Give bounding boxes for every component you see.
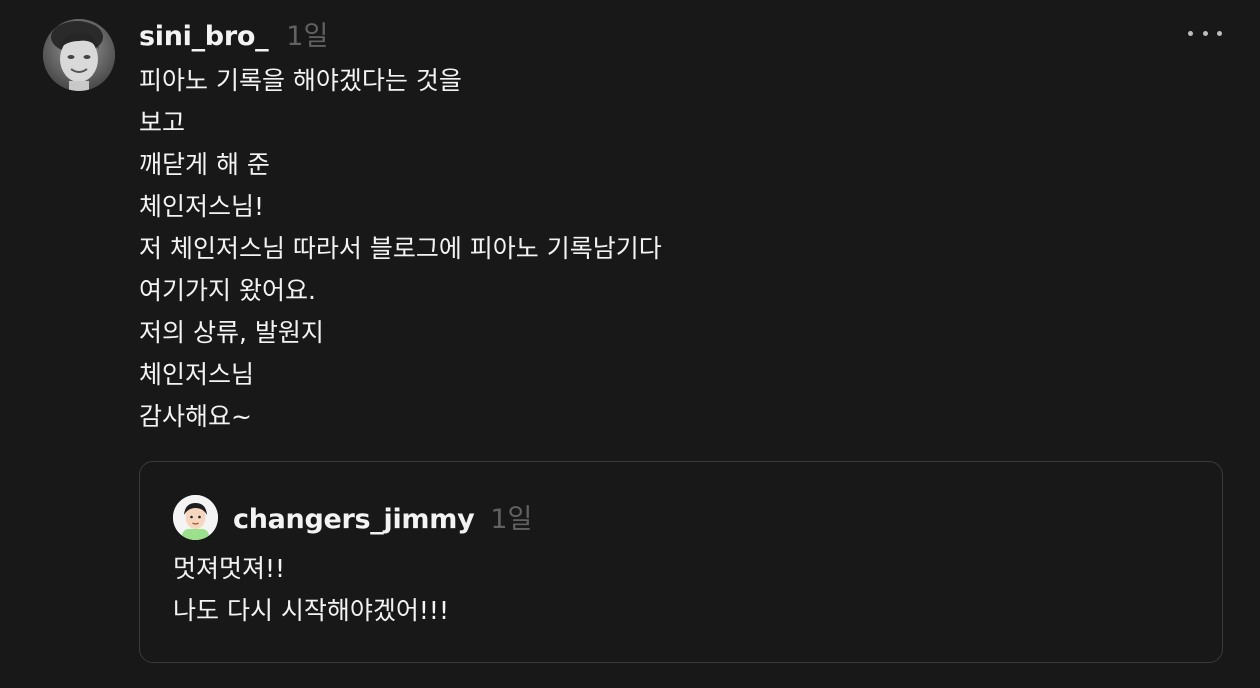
- quoted-avatar-image: [173, 495, 218, 540]
- post-line: 체인저스님!: [139, 192, 265, 221]
- quoted-author-avatar[interactable]: [173, 495, 218, 540]
- quoted-post-line: 나도 다시 시작해야겠어!!!: [173, 596, 449, 625]
- post-header: sini_bro_ 1일: [139, 14, 328, 54]
- quoted-post-line: 멋져멋져!!: [173, 554, 286, 583]
- quoted-author-username[interactable]: changers_jimmy: [233, 504, 475, 535]
- more-dot: [1217, 30, 1222, 36]
- quoted-post-body: 멋져멋져!! 나도 다시 시작해야겠어!!!: [173, 548, 449, 632]
- quoted-post[interactable]: changers_jimmy 1일 멋져멋져!! 나도 다시 시작해야겠어!!!: [139, 461, 1223, 663]
- post-line: 여기가지 왔어요.: [139, 276, 316, 305]
- post-line: 체인저스님: [139, 360, 255, 389]
- post-body: 피아노 기록을 해야겠다는 것을 보고 깨닫게 해 준 체인저스님! 저 체인저…: [139, 60, 1139, 438]
- post-line: 저의 상류, 발원지: [139, 318, 324, 347]
- post-line: 감사해요~: [139, 402, 252, 431]
- thread-post: sini_bro_ 1일 피아노 기록을 해야겠다는 것을 보고 깨닫게 해 준…: [0, 0, 1260, 688]
- quoted-post-header: changers_jimmy 1일: [233, 497, 532, 536]
- author-avatar-image: [43, 19, 115, 91]
- author-username[interactable]: sini_bro_: [139, 21, 269, 52]
- post-line: 피아노 기록을 해야겠다는 것을: [139, 66, 462, 95]
- more-dot: [1188, 30, 1193, 36]
- more-horizontal-icon[interactable]: [1188, 20, 1222, 46]
- post-line: 저 체인저스님 따라서 블로그에 피아노 기록남기다: [139, 234, 662, 263]
- more-dot: [1202, 30, 1208, 36]
- post-time: 1일: [286, 21, 329, 52]
- post-line: 깨닫게 해 준: [139, 150, 270, 179]
- post-line: 보고: [139, 108, 186, 137]
- quoted-post-time: 1일: [490, 504, 533, 535]
- author-avatar[interactable]: [43, 19, 115, 91]
